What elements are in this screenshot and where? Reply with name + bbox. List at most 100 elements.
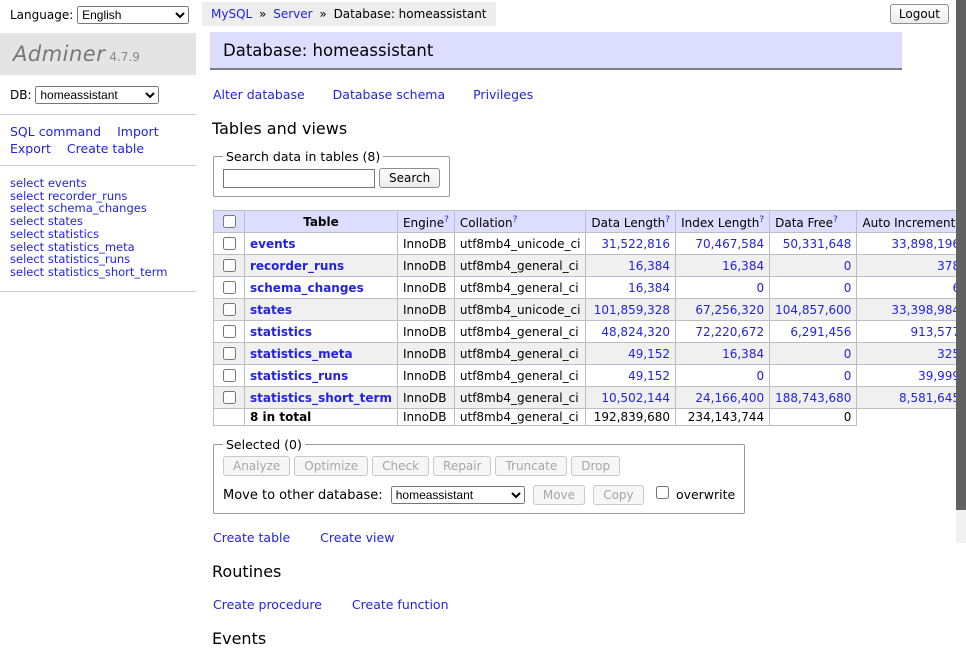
data-free-link[interactable]: 0 <box>775 281 851 295</box>
data-free-cell: 50,331,648 <box>770 233 857 255</box>
table-row: recorder_runsInnoDButf8mb4_general_ci16,… <box>214 255 966 277</box>
optimize-button[interactable]: Optimize <box>294 456 368 476</box>
data-free-link[interactable]: 0 <box>775 347 851 361</box>
scrollbar-track[interactable] <box>956 0 966 543</box>
engine-cell: InnoDB <box>397 299 454 321</box>
copy-button[interactable]: Copy <box>593 485 643 505</box>
database-actions: Alter database Database schema Privilege… <box>213 87 902 102</box>
data-length-link[interactable]: 16,384 <box>591 281 670 295</box>
table-name-link[interactable]: recorder_runs <box>250 259 344 273</box>
table-name-link[interactable]: schema_changes <box>250 281 364 295</box>
row-checkbox[interactable] <box>223 259 236 272</box>
row-checkbox[interactable] <box>223 325 236 338</box>
data-free-link[interactable]: 50,331,648 <box>775 237 851 251</box>
sidebar-select-link[interactable]: select states <box>10 215 196 228</box>
engine-cell: InnoDB <box>397 277 454 299</box>
engine-cell: InnoDB <box>397 343 454 365</box>
data-free-link[interactable]: 6,291,456 <box>775 325 851 339</box>
index-length-link[interactable]: 16,384 <box>681 347 764 361</box>
auto-increment-link[interactable]: 378 <box>862 259 960 273</box>
auto-increment-link[interactable]: 33,398,984 <box>862 303 960 317</box>
index-length-link[interactable]: 24,166,400 <box>681 391 764 405</box>
language-select[interactable]: English <box>77 6 189 24</box>
engine-cell: InnoDB <box>397 255 454 277</box>
truncate-button[interactable]: Truncate <box>495 456 567 476</box>
auto-increment-link[interactable]: 913,577 <box>862 325 960 339</box>
alter-database-link[interactable]: Alter database <box>213 87 305 102</box>
data-length-link[interactable]: 10,502,144 <box>591 391 670 405</box>
index-length-link[interactable]: 0 <box>681 369 764 383</box>
table-name-link[interactable]: states <box>250 303 292 317</box>
auto-increment-link[interactable]: 6 <box>862 281 960 295</box>
db-label: DB: <box>10 88 32 102</box>
row-checkbox[interactable] <box>223 369 236 382</box>
data-free-cell: 104,857,600 <box>770 299 857 321</box>
sidebar-select-link[interactable]: select statistics_short_term <box>10 266 196 279</box>
overwrite-checkbox[interactable] <box>656 486 669 499</box>
search-input[interactable] <box>223 169 375 188</box>
row-checkbox[interactable] <box>223 347 236 360</box>
sidebar-select-link[interactable]: select events <box>10 177 196 190</box>
data-length-link[interactable]: 101,859,328 <box>591 303 670 317</box>
column-help-link[interactable]: ? <box>513 215 518 225</box>
sidebar-divider <box>0 291 196 292</box>
data-free-link[interactable]: 0 <box>775 259 851 273</box>
table-name-link[interactable]: statistics <box>250 325 312 339</box>
column-help-link[interactable]: ? <box>444 215 449 225</box>
privileges-link[interactable]: Privileges <box>473 87 533 102</box>
move-database-select[interactable]: homeassistant <box>391 486 525 504</box>
row-checkbox[interactable] <box>223 303 236 316</box>
row-checkbox[interactable] <box>223 237 236 250</box>
index-length-link[interactable]: 67,256,320 <box>681 303 764 317</box>
breadcrumb-mysql-link[interactable]: MySQL <box>211 7 252 21</box>
data-length-link[interactable]: 49,152 <box>591 369 670 383</box>
row-checkbox[interactable] <box>223 281 236 294</box>
data-length-link[interactable]: 31,522,816 <box>591 237 670 251</box>
column-help-link[interactable]: ? <box>665 215 670 225</box>
repair-button[interactable]: Repair <box>433 456 491 476</box>
sidebar-divider <box>0 165 196 166</box>
data-length-link[interactable]: 16,384 <box>591 259 670 273</box>
collation-cell: utf8mb4_general_ci <box>454 365 586 387</box>
analyze-button[interactable]: Analyze <box>223 456 290 476</box>
breadcrumb-server-link[interactable]: Server <box>273 7 312 21</box>
auto-increment-link[interactable]: 33,898,196 <box>862 237 960 251</box>
drop-button[interactable]: Drop <box>571 456 620 476</box>
scrollbar-thumb[interactable] <box>956 0 966 510</box>
logout-button[interactable]: Logout <box>890 4 949 24</box>
index-length-link[interactable]: 70,467,584 <box>681 237 764 251</box>
table-name-link[interactable]: statistics_meta <box>250 347 353 361</box>
auto-increment-link[interactable]: 8,581,645 <box>862 391 960 405</box>
data-free-link[interactable]: 0 <box>775 369 851 383</box>
index-length-link[interactable]: 0 <box>681 281 764 295</box>
select-all-checkbox[interactable] <box>223 215 236 228</box>
auto-increment-link[interactable]: 325 <box>862 347 960 361</box>
search-button[interactable]: Search <box>379 168 440 188</box>
sidebar-select-link[interactable]: select statistics <box>10 228 196 241</box>
table-name-link[interactable]: statistics_runs <box>250 369 348 383</box>
table-name-link[interactable]: events <box>250 237 296 251</box>
import-link[interactable]: Import <box>117 124 159 139</box>
table-name-link[interactable]: statistics_short_term <box>250 391 392 405</box>
export-link[interactable]: Export <box>10 141 51 156</box>
move-button[interactable]: Move <box>533 485 585 505</box>
data-free-link[interactable]: 104,857,600 <box>775 303 851 317</box>
auto-increment-link[interactable]: 39,999 <box>862 369 960 383</box>
index-length-link[interactable]: 72,220,672 <box>681 325 764 339</box>
data-length-link[interactable]: 49,152 <box>591 347 670 361</box>
database-schema-link[interactable]: Database schema <box>333 87 445 102</box>
check-button[interactable]: Check <box>372 456 429 476</box>
breadcrumb: MySQL » Server » Database: homeassistant <box>202 2 496 26</box>
db-select[interactable]: homeassistant <box>35 86 159 104</box>
data-free-link[interactable]: 188,743,680 <box>775 391 851 405</box>
row-checkbox[interactable] <box>223 391 236 404</box>
data-length-link[interactable]: 48,824,320 <box>591 325 670 339</box>
column-help-link[interactable]: ? <box>833 215 838 225</box>
create-procedure-link[interactable]: Create procedure <box>213 597 322 612</box>
create-function-link[interactable]: Create function <box>352 597 449 612</box>
column-help-link[interactable]: ? <box>759 215 764 225</box>
sql-command-link[interactable]: SQL command <box>10 124 101 139</box>
index-length-link[interactable]: 16,384 <box>681 259 764 273</box>
create-table-link-sidebar[interactable]: Create table <box>67 141 144 156</box>
index-length-cell: 16,384 <box>676 255 770 277</box>
